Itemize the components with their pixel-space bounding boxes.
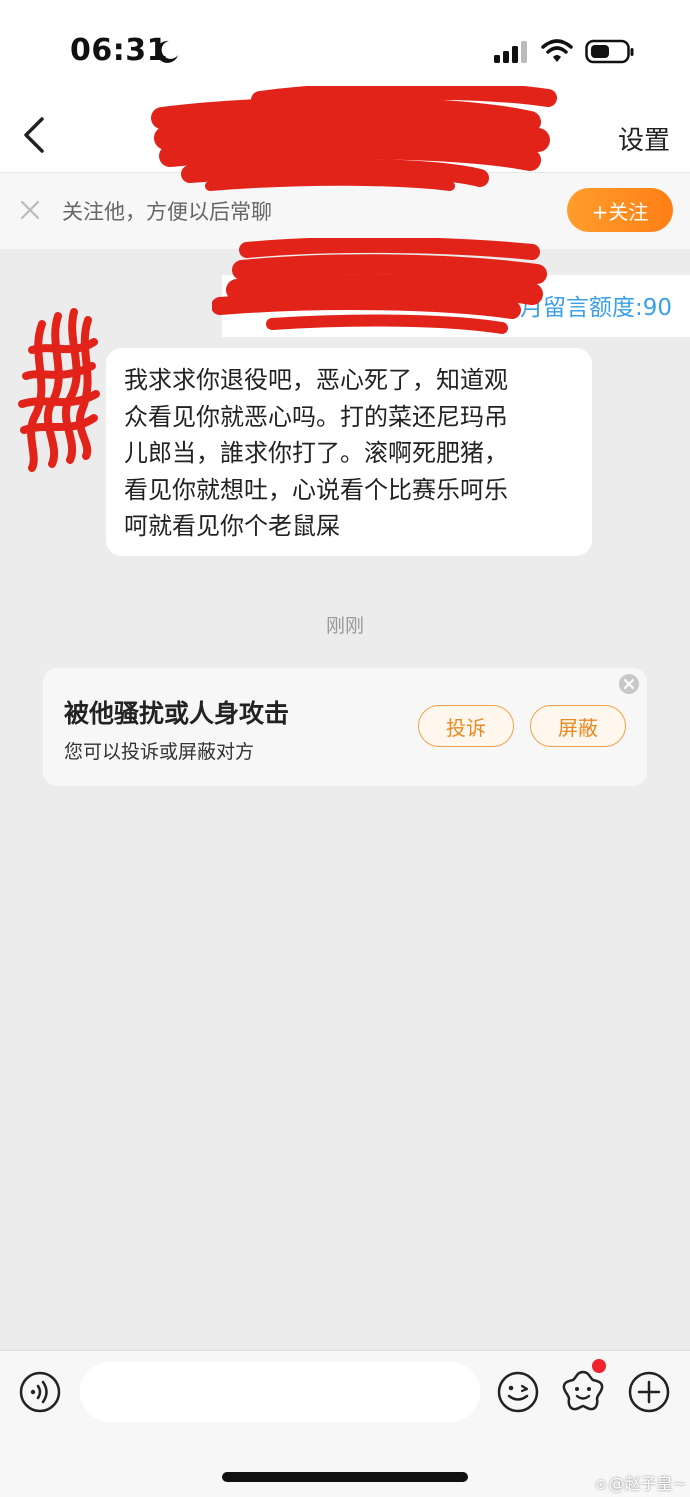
message-bubble[interactable]: 我求求你退役吧，恶心死了，知道观 众看见你就恶心吗。打的菜还尼玛吊 儿郎当，誰求… (106, 348, 592, 556)
plus-icon[interactable] (627, 1370, 671, 1414)
watermark-text: @赵子皇~ (608, 1474, 686, 1493)
report-button[interactable]: 投诉 (418, 705, 514, 747)
moon-icon (156, 40, 178, 63)
block-button[interactable]: 屏蔽 (530, 705, 626, 747)
message-text: 我求求你退役吧，恶心死了，知道观 众看见你就恶心吗。打的菜还尼玛吊 儿郎当，誰求… (124, 362, 574, 545)
message-timestamp: 刚刚 (325, 615, 364, 637)
back-arrow-icon[interactable] (16, 113, 56, 157)
close-icon[interactable] (618, 673, 640, 695)
harassment-title: 被他骚扰或人身攻击 (64, 699, 290, 728)
message-line: 我求求你退役吧，恶心死了，知道观 (124, 366, 508, 394)
status-bar: 06:31 (0, 0, 690, 100)
message-line: 众看见你就恶心吗。打的菜还尼玛吊 (124, 402, 508, 431)
home-indicator (222, 1472, 468, 1482)
watermark: ⊙ @赵子皇~ (595, 1470, 686, 1494)
voice-icon[interactable] (19, 1371, 61, 1413)
battery-icon (585, 39, 634, 64)
notification-dot (592, 1359, 606, 1373)
signal-icon (494, 41, 527, 63)
message-input[interactable] (80, 1362, 480, 1422)
close-icon[interactable] (20, 200, 40, 220)
follow-suggestion-text: 关注他，方便以后常聊 (62, 200, 272, 224)
avatar[interactable] (20, 312, 96, 462)
message-quota-text: 本月留言额度:90 (496, 295, 672, 321)
wifi-icon (541, 39, 573, 62)
message-line: 儿郎当，誰求你打了。滚啊死肥猪， (124, 439, 508, 467)
emoji-icon[interactable] (496, 1370, 540, 1414)
sticker-icon[interactable] (560, 1368, 606, 1414)
weibo-logo-icon: ⊙ (594, 1477, 607, 1493)
harassment-subtitle: 您可以投诉或屏蔽对方 (64, 741, 255, 763)
message-line: 看见你就想吐，心说看个比赛乐呵乐 (124, 475, 508, 504)
settings-button[interactable]: 设置 (618, 120, 670, 157)
follow-button[interactable]: +关注 (567, 188, 673, 232)
nav-bar: 设置 (0, 100, 690, 173)
message-line: 呵就看见你个老鼠屎 (124, 512, 340, 540)
